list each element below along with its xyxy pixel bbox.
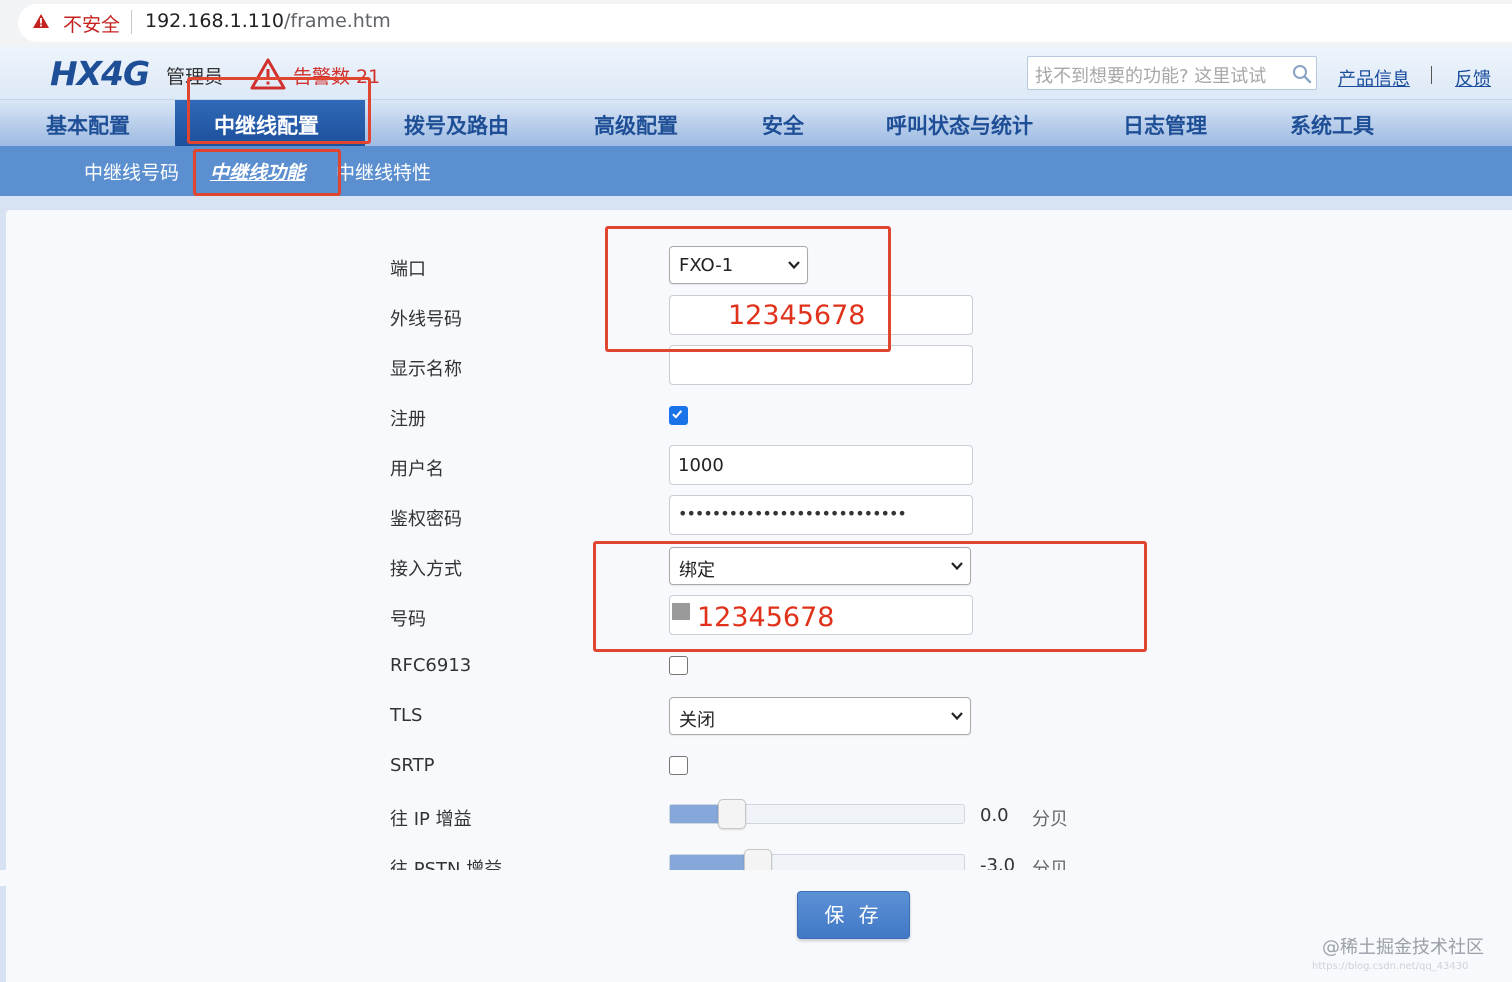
tls-select[interactable]: 关闭 (669, 697, 971, 735)
logo: HX4G (50, 54, 150, 93)
scroll-clip-edge (0, 870, 1512, 886)
checkmark-icon (672, 410, 683, 419)
divider (1431, 66, 1432, 84)
tls-value: 关闭 (679, 710, 715, 731)
watermark-url: https://blog.csdn.net/qq_43430 (1312, 961, 1469, 972)
url-host: 192.168.1.110 (145, 10, 285, 32)
subtab-trunk-numbers[interactable]: 中继线号码 (84, 158, 179, 185)
save-button[interactable]: 保 存 (797, 891, 910, 939)
username-value: 1000 (678, 455, 724, 476)
srtp-label: SRTP (390, 755, 435, 776)
auth-password-input[interactable]: ••••••••••••••••••••••••••• (669, 495, 973, 535)
tab-dial-routing[interactable]: 拨号及路由 (404, 110, 509, 140)
register-label: 注册 (390, 409, 426, 430)
annotation-box (193, 149, 341, 196)
subtab-trunk-properties[interactable]: 中继线特性 (336, 158, 431, 185)
feedback-link[interactable]: 反馈 (1455, 65, 1491, 91)
tab-log-management[interactable]: 日志管理 (1123, 110, 1207, 140)
tab-system-tools[interactable]: 系统工具 (1290, 110, 1374, 140)
register-checkbox[interactable] (669, 406, 688, 425)
tab-basic-config[interactable]: 基本配置 (46, 110, 130, 140)
username-label: 用户名 (390, 459, 444, 480)
slider-fill (670, 805, 720, 823)
warning-icon[interactable] (32, 13, 50, 29)
srtp-checkbox[interactable] (669, 756, 688, 775)
search-icon[interactable] (1292, 64, 1312, 84)
chevron-down-icon (951, 712, 963, 721)
gain-ip-slider[interactable] (669, 799, 965, 829)
divider (131, 10, 132, 34)
tab-security[interactable]: 安全 (762, 110, 804, 140)
annotation-box (605, 226, 891, 352)
url-path: /frame.htm (284, 10, 391, 32)
auth-password-label: 鉴权密码 (390, 509, 462, 530)
search-input[interactable]: 找不到想要的功能? 这里试试 (1035, 62, 1266, 88)
number-label: 号码 (390, 609, 426, 630)
tab-advanced-config[interactable]: 高级配置 (594, 110, 678, 140)
password-dots: ••••••••••••••••••••••••••• (678, 504, 907, 523)
search-box[interactable]: 找不到想要的功能? 这里试试 (1027, 56, 1317, 90)
display-name-label: 显示名称 (390, 359, 462, 380)
watermark: @稀土掘金技术社区 (1322, 937, 1484, 958)
tab-call-status[interactable]: 呼叫状态与统计 (886, 110, 1033, 140)
access-mode-label: 接入方式 (390, 559, 462, 580)
rfc6913-checkbox[interactable] (669, 656, 688, 675)
slider-handle[interactable] (718, 799, 746, 829)
gain-ip-unit: 分贝 (1032, 809, 1068, 830)
tls-label: TLS (390, 705, 423, 726)
product-info-link[interactable]: 产品信息 (1338, 65, 1410, 91)
external-number-label: 外线号码 (390, 309, 462, 330)
rfc6913-label: RFC6913 (390, 655, 472, 676)
security-status[interactable]: 不安全 (63, 10, 120, 37)
annotation-box (593, 541, 1147, 652)
port-label: 端口 (390, 259, 426, 280)
gain-ip-value: 0.0 (980, 805, 1009, 826)
gain-ip-label: 往 IP 增益 (390, 809, 472, 830)
annotation-box (187, 77, 371, 144)
browser-address-bar: 不安全 192.168.1.110/frame.htm (0, 0, 1512, 46)
username-input[interactable]: 1000 (669, 445, 973, 485)
url-text[interactable]: 192.168.1.110/frame.htm (145, 10, 391, 32)
